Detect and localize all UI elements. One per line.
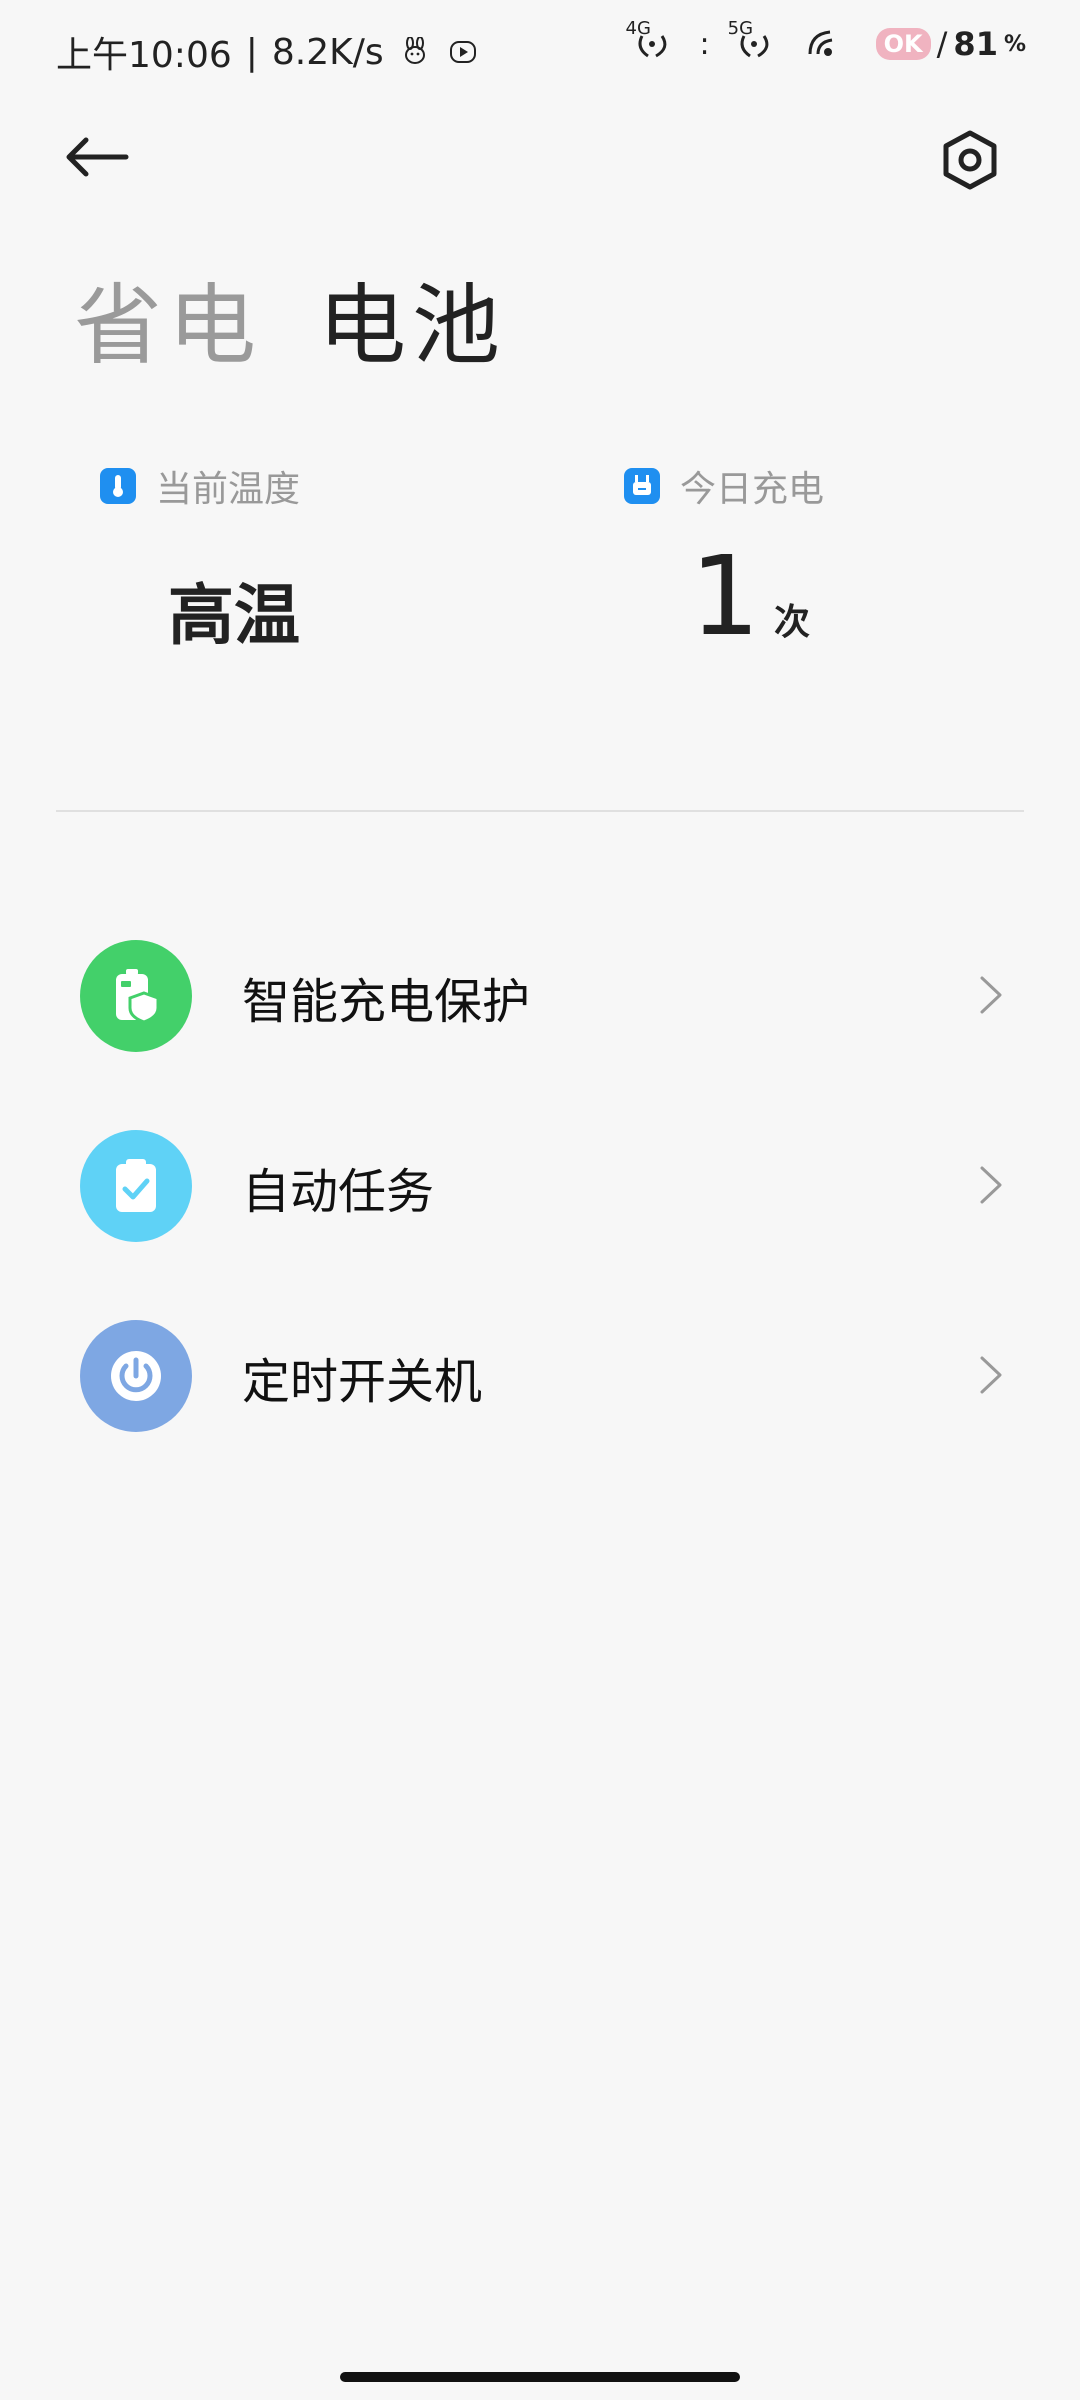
plug-icon	[624, 468, 660, 504]
menu-label-smart-charge-protection: 智能充电保护	[242, 974, 531, 1030]
home-indicator[interactable]	[340, 2372, 740, 2382]
status-left: 上午10:06 | 8.2K/s	[56, 26, 480, 78]
charge-value-row: 1 次	[690, 532, 1044, 660]
battery-percent-unit: %	[1003, 31, 1026, 57]
temperature-label-row: 当前温度	[100, 460, 520, 512]
power-icon	[80, 1320, 192, 1432]
battery-shield-icon	[80, 940, 192, 1052]
arrow-left-icon	[66, 137, 129, 177]
feature-list: 智能充电保护 自动任务 定时开关机	[0, 900, 1080, 1470]
temperature-stat: 当前温度 高温	[100, 460, 520, 658]
signal-4g-label: 4G	[625, 18, 651, 39]
signal-4g-icon: 4G	[626, 18, 682, 64]
status-time: 上午10:06	[56, 35, 232, 76]
charge-count: 1	[690, 532, 760, 660]
menu-label-scheduled-power: 定时开关机	[242, 1354, 483, 1410]
ok-badge: OK	[875, 28, 931, 60]
hexagon-settings-icon	[943, 130, 997, 190]
battery-indicator: OK / 81 %	[875, 25, 1026, 63]
signal-5g-label: 5G	[727, 18, 754, 39]
tab-battery[interactable]: 电池	[318, 255, 506, 382]
menu-item-smart-charge-protection[interactable]: 智能充电保护	[0, 900, 1080, 1090]
menu-item-scheduled-power[interactable]: 定时开关机	[0, 1280, 1080, 1470]
temperature-label: 当前温度	[156, 469, 301, 510]
notification-play-icon	[446, 35, 480, 69]
section-divider	[56, 810, 1024, 812]
settings-button[interactable]	[920, 110, 1020, 210]
tab-power-saving[interactable]: 省电	[74, 255, 262, 382]
signal-divider: :	[699, 26, 710, 62]
status-separator: |	[245, 31, 258, 73]
temperature-value: 高温	[168, 577, 300, 654]
chevron-right-icon	[980, 1166, 1002, 1204]
charge-label-row: 今日充电	[624, 460, 1044, 512]
back-button[interactable]	[62, 112, 162, 202]
battery-slash: /	[936, 25, 948, 63]
clipboard-check-icon	[80, 1130, 192, 1242]
menu-label-auto-tasks: 自动任务	[242, 1164, 435, 1220]
chevron-right-icon	[980, 1356, 1002, 1394]
signal-5g-icon: 5G	[728, 18, 784, 64]
status-right: 4G : 5G OK / 81 %	[626, 18, 1026, 64]
wifi-icon	[802, 24, 858, 64]
chevron-right-icon	[980, 976, 1002, 1014]
menu-item-auto-tasks[interactable]: 自动任务	[0, 1090, 1080, 1280]
tab-bar: 省电 电池	[74, 255, 506, 382]
notification-bunny-icon	[398, 35, 432, 69]
status-bar: 上午10:06 | 8.2K/s 4G : 5G OK / 81 %	[0, 0, 1080, 106]
thermometer-icon	[100, 468, 136, 504]
battery-percent: 81	[953, 25, 998, 63]
status-net-speed: 8.2K/s	[271, 31, 384, 73]
charge-unit: 次	[774, 602, 811, 643]
charge-label: 今日充电	[680, 469, 825, 510]
charge-count-stat: 今日充电 1 次	[624, 460, 1044, 660]
